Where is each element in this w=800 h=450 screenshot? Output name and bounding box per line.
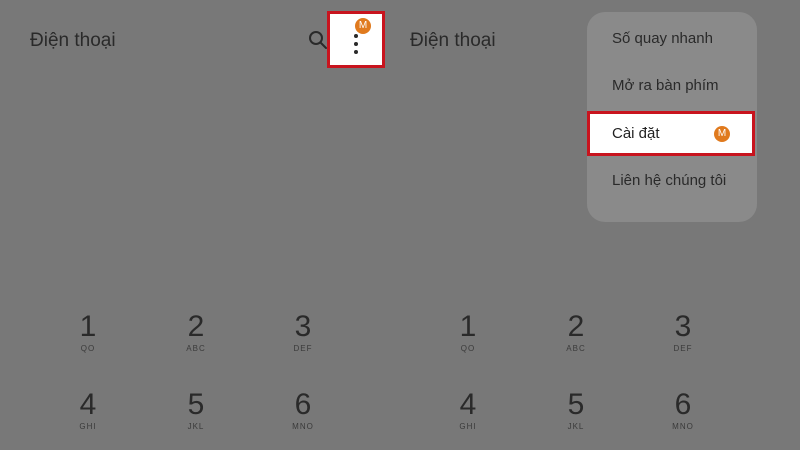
key-digit: 5 bbox=[187, 388, 205, 421]
key-digit: 3 bbox=[294, 310, 312, 343]
overflow-menu: Số quay nhanh Mở ra bàn phím Cài đặt M L… bbox=[587, 12, 757, 222]
key-2[interactable]: 2 ABC bbox=[166, 310, 226, 353]
menu-item-label: Cài đặt bbox=[612, 125, 660, 142]
key-letters: QO bbox=[80, 344, 96, 353]
key-5[interactable]: 5 JKL bbox=[166, 388, 226, 431]
key-letters: ABC bbox=[186, 344, 206, 353]
key-1[interactable]: 1 QO bbox=[58, 310, 118, 353]
key-letters: DEF bbox=[293, 344, 313, 353]
key-letters: MNO bbox=[672, 422, 694, 431]
key-digit: 1 bbox=[79, 310, 97, 343]
search-icon[interactable] bbox=[308, 30, 328, 50]
key-digit: 1 bbox=[459, 310, 477, 343]
menu-item-speed-dial[interactable]: Số quay nhanh bbox=[612, 30, 713, 47]
key-digit: 2 bbox=[187, 310, 205, 343]
menu-item-settings[interactable]: Cài đặt M bbox=[587, 111, 755, 156]
key-letters: DEF bbox=[673, 344, 693, 353]
menu-item-contact-us[interactable]: Liên hệ chúng tôi bbox=[612, 172, 726, 189]
key-letters: MNO bbox=[292, 422, 314, 431]
key-6[interactable]: 6 MNO bbox=[653, 388, 713, 431]
key-5[interactable]: 5 JKL bbox=[546, 388, 606, 431]
key-letters: JKL bbox=[187, 422, 205, 431]
key-digit: 2 bbox=[567, 310, 585, 343]
more-vertical-icon bbox=[354, 34, 358, 54]
key-letters: QO bbox=[460, 344, 476, 353]
key-digit: 3 bbox=[674, 310, 692, 343]
right-panel: Điện thoại Số quay nhanh Mở ra bàn phím … bbox=[400, 0, 800, 450]
left-panel: Điện thoại M 1 QO 2 ABC 3 DEF 4 GHI 5 JK… bbox=[0, 0, 400, 450]
key-4[interactable]: 4 GHI bbox=[438, 388, 498, 431]
menu-item-open-keypad[interactable]: Mở ra bàn phím bbox=[612, 77, 719, 94]
key-digit: 6 bbox=[294, 388, 312, 421]
more-options-button[interactable]: M bbox=[327, 11, 385, 68]
app-title: Điện thoại bbox=[30, 30, 116, 51]
key-letters: GHI bbox=[459, 422, 477, 431]
key-2[interactable]: 2 ABC bbox=[546, 310, 606, 353]
key-3[interactable]: 3 DEF bbox=[273, 310, 333, 353]
key-letters: JKL bbox=[567, 422, 585, 431]
key-digit: 4 bbox=[459, 388, 477, 421]
key-digit: 4 bbox=[79, 388, 97, 421]
key-3[interactable]: 3 DEF bbox=[653, 310, 713, 353]
key-digit: 6 bbox=[674, 388, 692, 421]
key-letters: GHI bbox=[79, 422, 97, 431]
key-6[interactable]: 6 MNO bbox=[273, 388, 333, 431]
key-letters: ABC bbox=[566, 344, 586, 353]
key-4[interactable]: 4 GHI bbox=[58, 388, 118, 431]
app-title: Điện thoại bbox=[410, 30, 496, 51]
key-1[interactable]: 1 QO bbox=[438, 310, 498, 353]
m-badge: M bbox=[714, 126, 730, 142]
key-digit: 5 bbox=[567, 388, 585, 421]
